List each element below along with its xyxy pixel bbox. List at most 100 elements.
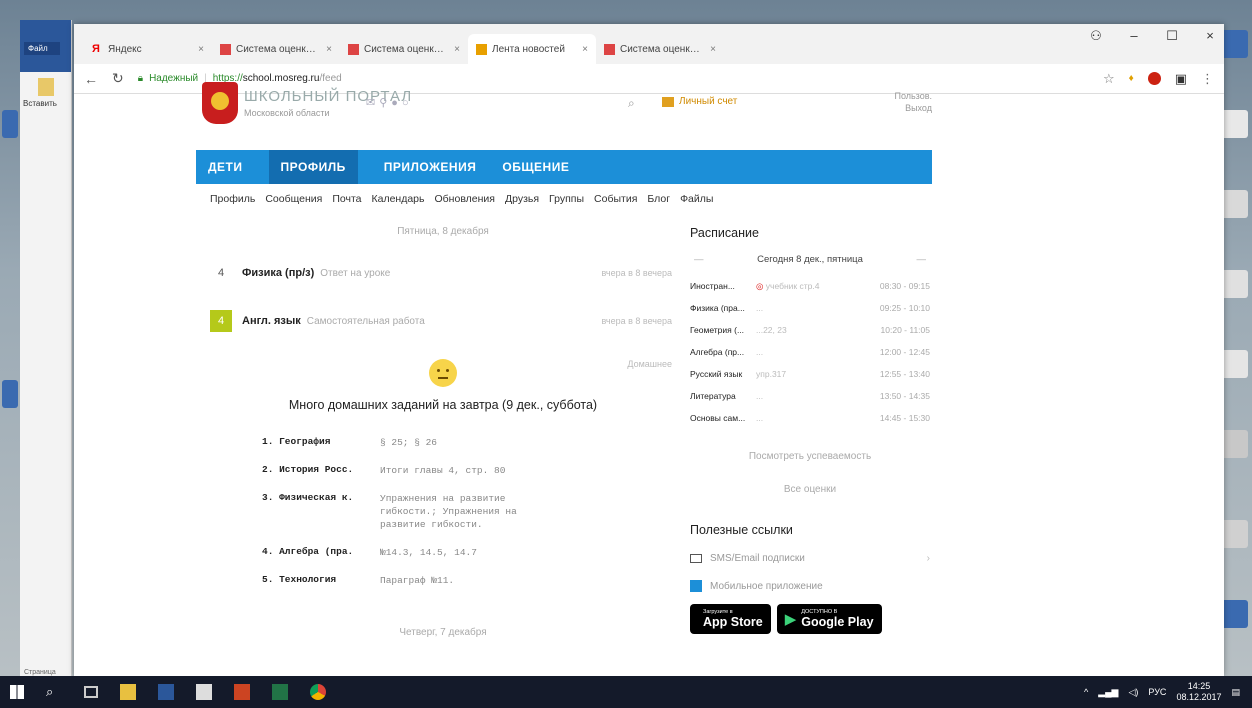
nav-apps[interactable]: ПРИЛОЖЕНИЯ [384,160,477,174]
subnav-profile[interactable]: Профиль [210,193,255,205]
prev-day-button[interactable]: — [694,254,704,265]
settings-icon[interactable]: ○ [402,97,413,109]
app-store-button[interactable]: Загрузите в App Store [690,604,771,634]
homework-item[interactable]: 2. История Росс. Итоги главы 4, стр. 80 [262,464,676,477]
homework-item[interactable]: 3. Физическая к. Упражнения на развитие … [262,492,676,531]
browser-tab[interactable]: Система оценки качес × [212,34,340,64]
chrome-icon[interactable] [310,684,326,700]
site-header: ШКОЛЬНЫЙ ПОРТАЛ Московской области ✉⚲●○ … [196,72,932,150]
extension-icon[interactable]: ♦ [1129,73,1134,84]
subnav-calendar[interactable]: Календарь [372,193,425,205]
date-separator: Пятница, 8 декабря [397,226,489,237]
desktop-icon[interactable] [2,380,18,408]
task-view-icon[interactable] [84,686,98,698]
subnav-mail[interactable]: Почта [332,193,361,205]
content-area: Пятница, 8 декабря 4 Физика (пр/з) Ответ… [196,214,932,638]
subnav-updates[interactable]: Обновления [435,193,495,205]
mobile-app-link[interactable]: Мобильное приложение [690,580,930,592]
nav-children[interactable]: ДЕТИ [208,160,243,174]
nav-profile[interactable]: ПРОФИЛЬ [268,150,358,184]
language-indicator[interactable]: РУС [1148,687,1166,697]
store-icon[interactable] [196,684,212,700]
close-window-icon[interactable]: × [1202,28,1218,44]
lesson-row[interactable]: Литература ... 13:50 - 14:35 [690,385,930,407]
google-play-button[interactable]: ▶ ДОСТУПНО В Google Play [776,604,882,634]
grade-badge: 4 [210,310,232,332]
subnav-events[interactable]: События [594,193,637,205]
grade-item[interactable]: 4 Физика (пр/з) Ответ на уроке вчера в 8… [210,249,676,297]
lesson-row[interactable]: Физика (пра... ... 09:25 - 10:10 [690,297,930,319]
header-icons: ✉⚲●○ [366,96,413,109]
menu-icon[interactable]: ⋮ [1201,71,1214,87]
subnav-blog[interactable]: Блог [647,193,670,205]
file-explorer-icon[interactable] [120,684,136,700]
browser-tab[interactable]: Система оценки качес × [340,34,468,64]
star-icon[interactable]: ☆ [1103,71,1115,87]
notifications-icon[interactable]: ● [391,97,402,109]
mobile-app-icon [690,580,702,592]
maximize-icon[interactable]: ☐ [1164,28,1180,44]
homework-item[interactable]: 1. География § 25; § 26 [262,436,676,449]
people-icon[interactable]: ⚲ [379,97,391,109]
next-day-button[interactable]: — [916,254,926,265]
network-icon[interactable]: ▂▄▆ [1098,687,1118,698]
homework-item[interactable]: 5. Технология Параграф №11. [262,574,676,587]
google-play-icon: ▶ [784,611,797,628]
all-grades-link[interactable]: Все оценки [690,484,930,495]
opera-extension-icon[interactable] [1147,72,1161,85]
schedule-day-switcher: — Сегодня 8 дек., пятница — [690,254,930,265]
close-tab-icon[interactable]: × [582,44,588,55]
reload-icon[interactable]: ↻ [112,70,124,87]
subject-name[interactable]: Физика (пр/з) [242,267,314,279]
sms-subscription-link[interactable]: SMS/Email подписки › [690,553,930,564]
lesson-row[interactable]: Иностран... ◎ учебник стр.4 08:30 - 09:1… [690,275,930,297]
coat-of-arms-logo[interactable] [202,82,238,124]
yandex-icon: Я [92,42,100,55]
site-region: Московской области [244,108,330,118]
account-link[interactable]: Личный счет [662,96,737,107]
search-icon[interactable]: ⌕ [628,96,635,111]
subnav-groups[interactable]: Группы [549,193,584,205]
browser-tab[interactable]: Система оценки качес × [596,34,724,64]
pdf-icon[interactable] [234,684,250,700]
chevron-up-icon[interactable]: ^ [1084,687,1088,697]
system-tray: ^ ▂▄▆ ◁) РУС 14:25 08.12.2017 ▤ [1084,676,1240,708]
subject-name[interactable]: Англ. язык [242,315,301,327]
subnav-friends[interactable]: Друзья [505,193,539,205]
search-icon[interactable]: ⌕ [46,684,62,700]
back-icon[interactable]: ← [84,71,98,87]
profile-icon[interactable]: ⚇ [1088,28,1104,44]
windows-start-icon[interactable] [10,685,24,699]
browser-tab[interactable]: Я Яндекс × [84,34,212,64]
view-progress-link[interactable]: Посмотреть успеваемость [690,451,930,462]
browser-tab-active[interactable]: Лента новостей × [468,34,596,64]
nav-communication[interactable]: ОБЩЕНИЕ [502,160,569,174]
grade-item[interactable]: 4 Англ. язык Самостоятельная работа вчер… [210,297,676,345]
lesson-row[interactable]: Основы сам... ... 14:45 - 15:30 [690,407,930,429]
user-block[interactable]: Пользов. Выход [872,90,932,114]
subnav-files[interactable]: Файлы [680,193,713,205]
messages-icon[interactable]: ✉ [366,97,379,109]
homework-item[interactable]: 4. Алгебра (пра. №14.3, 14.5, 14.7 [262,546,676,559]
paste-button[interactable]: Вставить [20,72,71,114]
file-menu-button[interactable]: Файл [24,42,60,55]
minimize-icon[interactable]: – [1126,28,1142,44]
desktop-icon[interactable] [2,110,18,138]
lesson-row[interactable]: Геометрия (... ...22, 23 10:20 - 11:05 [690,319,930,341]
close-tab-icon[interactable]: × [198,44,204,55]
close-tab-icon[interactable]: × [326,44,332,55]
lesson-row[interactable]: Алгебра (пр... ... 12:00 - 12:45 [690,341,930,363]
status-bar: Страница [24,669,56,676]
extension-icon[interactable]: ▣ [1175,71,1187,87]
useful-links-title: Полезные ссылки [690,523,793,537]
volume-icon[interactable]: ◁) [1128,687,1138,698]
close-tab-icon[interactable]: × [710,44,716,55]
close-tab-icon[interactable]: × [454,44,460,55]
word-icon[interactable] [158,684,174,700]
excel-icon[interactable] [272,684,288,700]
lesson-row[interactable]: Русский язык упр.317 12:55 - 13:40 [690,363,930,385]
clock[interactable]: 14:25 08.12.2017 [1176,681,1221,703]
notifications-icon[interactable]: ▤ [1231,687,1240,698]
subnav-messages[interactable]: Сообщения [265,193,322,205]
store-buttons: Загрузите в App Store ▶ ДОСТУПНО В Google … [690,604,930,634]
